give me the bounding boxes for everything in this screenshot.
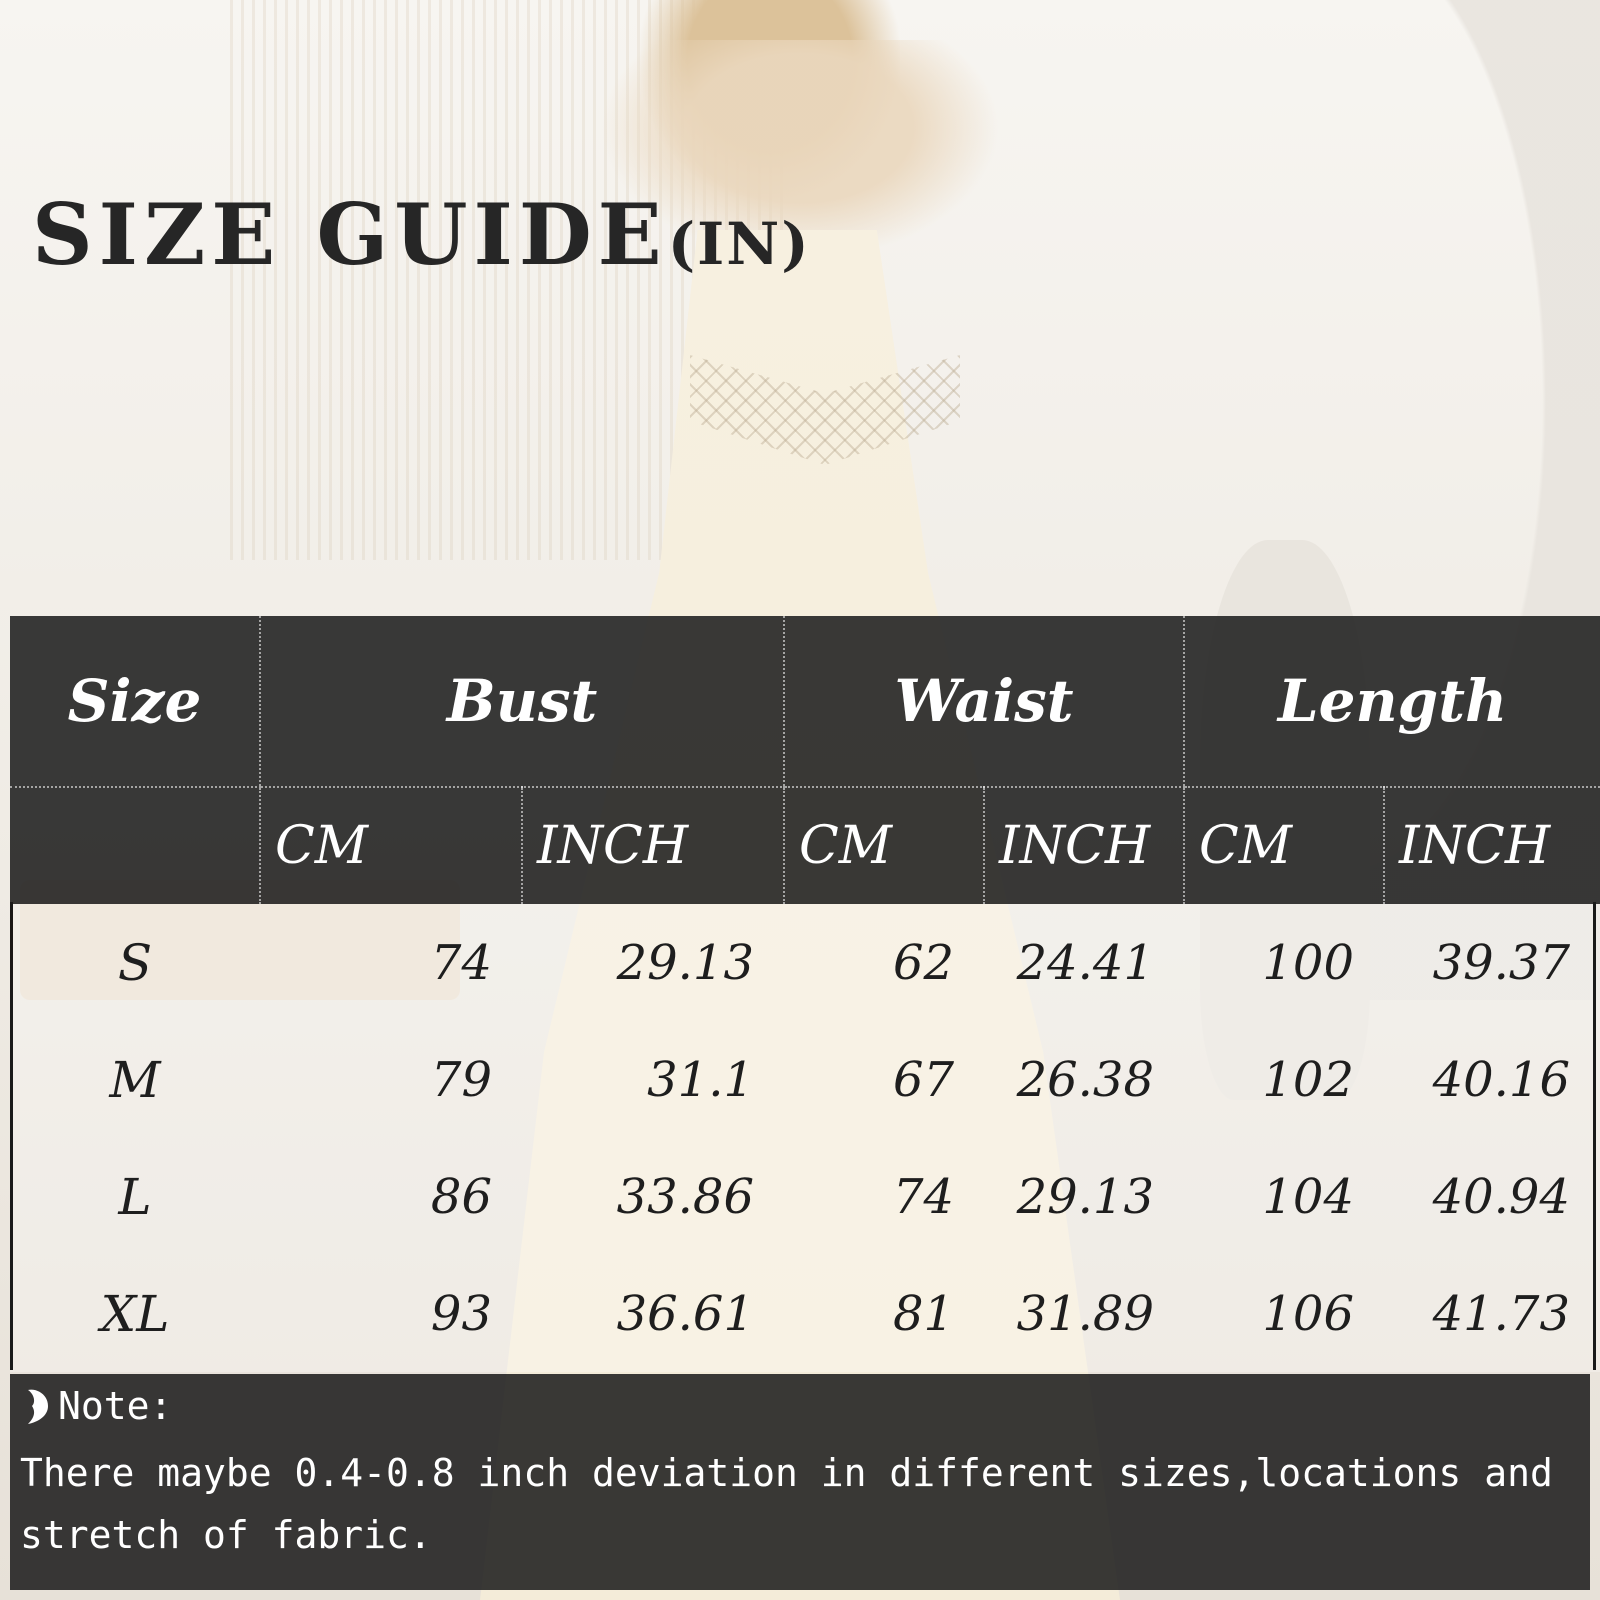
size-cell: M <box>10 1021 260 1138</box>
length-cm-cell: 102 <box>1184 1021 1385 1138</box>
length-cm-cell: 100 <box>1184 904 1385 1021</box>
size-cell: XL <box>10 1255 260 1372</box>
table-row: L 86 33.86 74 29.13 104 40.94 <box>10 1138 1600 1255</box>
note-label: Note: <box>58 1384 173 1428</box>
bust-cm-cell: 74 <box>260 904 522 1021</box>
size-cell: S <box>10 904 260 1021</box>
bust-cm-cell: 93 <box>260 1255 522 1372</box>
note-text: There maybe 0.4-0.8 inch deviation in di… <box>20 1451 1553 1557</box>
length-inch-cell: 39.37 <box>1384 904 1600 1021</box>
subheader-bust-cm: CM <box>259 787 522 904</box>
table-row: S 74 29.13 62 24.41 100 39.37 <box>10 904 1600 1021</box>
waist-inch-cell: 29.13 <box>984 1138 1185 1255</box>
bust-cm-cell: 86 <box>260 1138 522 1255</box>
bust-inch-cell: 31.1 <box>522 1021 785 1138</box>
length-cm-cell: 104 <box>1184 1138 1385 1255</box>
subheader-length-cm: CM <box>1183 787 1385 904</box>
header-blank <box>10 787 260 904</box>
subheader-length-inch: INCH <box>1383 787 1600 904</box>
size-table: Size Bust Waist Length CM INCH CM INCH C… <box>10 616 1600 1372</box>
heart-icon <box>28 1389 48 1424</box>
length-inch-cell: 40.16 <box>1384 1021 1600 1138</box>
header-length: Length <box>1183 616 1600 788</box>
waist-cm-cell: 62 <box>784 904 985 1021</box>
size-cell: L <box>10 1138 260 1255</box>
subheader-waist-cm: CM <box>783 787 985 904</box>
table-unit-header: CM INCH CM INCH CM INCH <box>10 787 1600 904</box>
length-inch-cell: 40.94 <box>1384 1138 1600 1255</box>
bust-inch-cell: 36.61 <box>522 1255 785 1372</box>
waist-cm-cell: 81 <box>784 1255 985 1372</box>
length-cm-cell: 106 <box>1184 1255 1385 1372</box>
page-title: SIZE GUIDE(IN) <box>32 185 811 284</box>
bust-cm-cell: 79 <box>260 1021 522 1138</box>
subheader-waist-inch: INCH <box>983 787 1185 904</box>
waist-inch-cell: 26.38 <box>984 1021 1185 1138</box>
note-header: Note: <box>22 1384 172 1428</box>
note-panel: Note: There maybe 0.4-0.8 inch deviation… <box>10 1374 1590 1590</box>
waist-cm-cell: 67 <box>784 1021 985 1138</box>
title-unit: (IN) <box>667 210 811 278</box>
length-inch-cell: 41.73 <box>1384 1255 1600 1372</box>
header-bust: Bust <box>258 616 785 788</box>
table-group-header: Size Bust Waist Length <box>10 616 1600 788</box>
title-main: SIZE GUIDE <box>32 185 668 284</box>
bust-inch-cell: 33.86 <box>522 1138 785 1255</box>
table-row: XL 93 36.61 81 31.89 106 41.73 <box>10 1255 1600 1372</box>
waist-inch-cell: 24.41 <box>984 904 1185 1021</box>
waist-cm-cell: 74 <box>784 1138 985 1255</box>
waist-inch-cell: 31.89 <box>984 1255 1185 1372</box>
header-size: Size <box>10 616 260 788</box>
bust-inch-cell: 29.13 <box>522 904 785 1021</box>
table-row: M 79 31.1 67 26.38 102 40.16 <box>10 1021 1600 1138</box>
header-waist: Waist <box>783 616 1185 788</box>
subheader-bust-inch: INCH <box>520 787 785 904</box>
